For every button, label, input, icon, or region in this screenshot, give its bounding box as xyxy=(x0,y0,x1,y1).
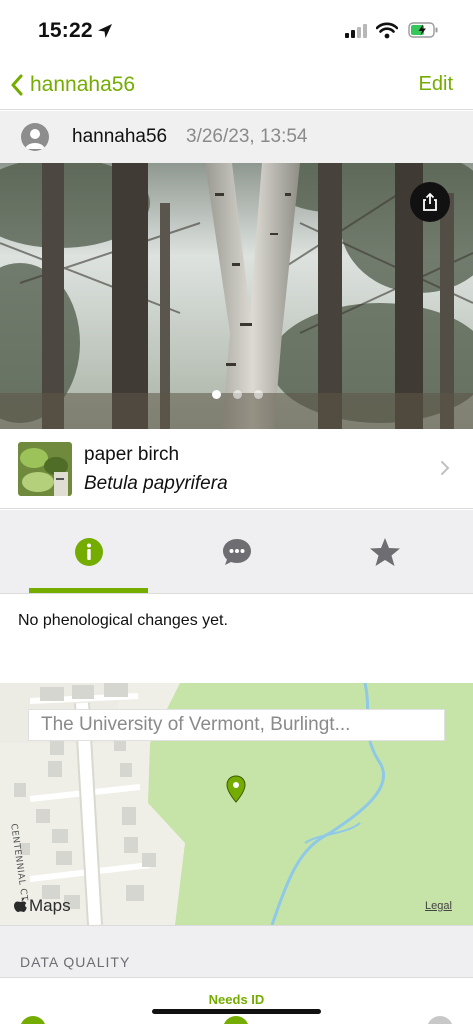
taxon-scientific-name: Betula papyrifera xyxy=(84,473,228,494)
location-arrow-icon xyxy=(98,24,112,38)
edit-button[interactable]: Edit xyxy=(419,73,453,96)
status-time: 15:22 xyxy=(38,19,93,42)
taxon-thumbnail xyxy=(18,442,72,496)
chevron-right-icon xyxy=(441,461,450,475)
share-icon xyxy=(423,192,437,211)
tab-activity[interactable] xyxy=(177,510,296,594)
taxon-common-name: paper birch xyxy=(84,444,180,465)
back-button-label: hannaha56 xyxy=(30,73,136,96)
data-quality-header: DATA QUALITY xyxy=(0,925,473,977)
page-dot-active xyxy=(212,390,221,399)
share-button[interactable] xyxy=(410,182,450,222)
chevron-left-icon xyxy=(11,74,23,96)
apple-maps-logo: Maps xyxy=(13,896,71,916)
tab-favorites[interactable] xyxy=(325,510,444,594)
info-icon xyxy=(74,538,103,566)
map-location-field[interactable]: The University of Vermont, Burlingt... xyxy=(28,709,445,741)
status-bar: 15:22 xyxy=(0,0,473,60)
quality-grade-label: Needs ID xyxy=(208,992,265,1007)
avatar[interactable] xyxy=(21,123,49,151)
phenology-status-text: No phenological changes yet. xyxy=(18,612,228,629)
map-legal-link[interactable]: Legal xyxy=(425,900,452,912)
user-silhouette-icon xyxy=(25,129,45,149)
map-pin-icon xyxy=(226,775,246,803)
photo-page-indicator[interactable] xyxy=(212,390,263,399)
wifi-icon xyxy=(376,22,398,39)
observer-username[interactable]: hannaha56 xyxy=(72,126,167,148)
back-button[interactable]: hannaha56 xyxy=(10,70,135,100)
page-dot xyxy=(254,390,263,399)
observation-datetime: 3/26/23, 13:54 xyxy=(186,126,308,147)
tab-info[interactable] xyxy=(29,510,148,594)
chat-bubble-icon xyxy=(222,539,251,565)
detail-tabs xyxy=(0,510,473,594)
navigation-bar: hannaha56 Edit xyxy=(0,60,473,110)
cellular-signal-icon xyxy=(345,24,367,38)
observer-row[interactable]: hannaha56 3/26/23, 13:54 xyxy=(0,111,473,163)
home-indicator[interactable] xyxy=(152,1009,321,1014)
taxon-row[interactable]: paper birch Betula papyrifera xyxy=(0,429,473,509)
maps-attribution-text: Maps xyxy=(29,896,71,915)
data-quality-title: DATA QUALITY xyxy=(20,954,131,970)
selected-tab-indicator xyxy=(29,588,148,593)
map-location-text: The University of Vermont, Burlingt... xyxy=(41,714,351,735)
apple-icon xyxy=(14,898,27,912)
star-icon xyxy=(369,538,400,566)
battery-charging-icon xyxy=(408,22,438,38)
page-dot xyxy=(233,390,242,399)
